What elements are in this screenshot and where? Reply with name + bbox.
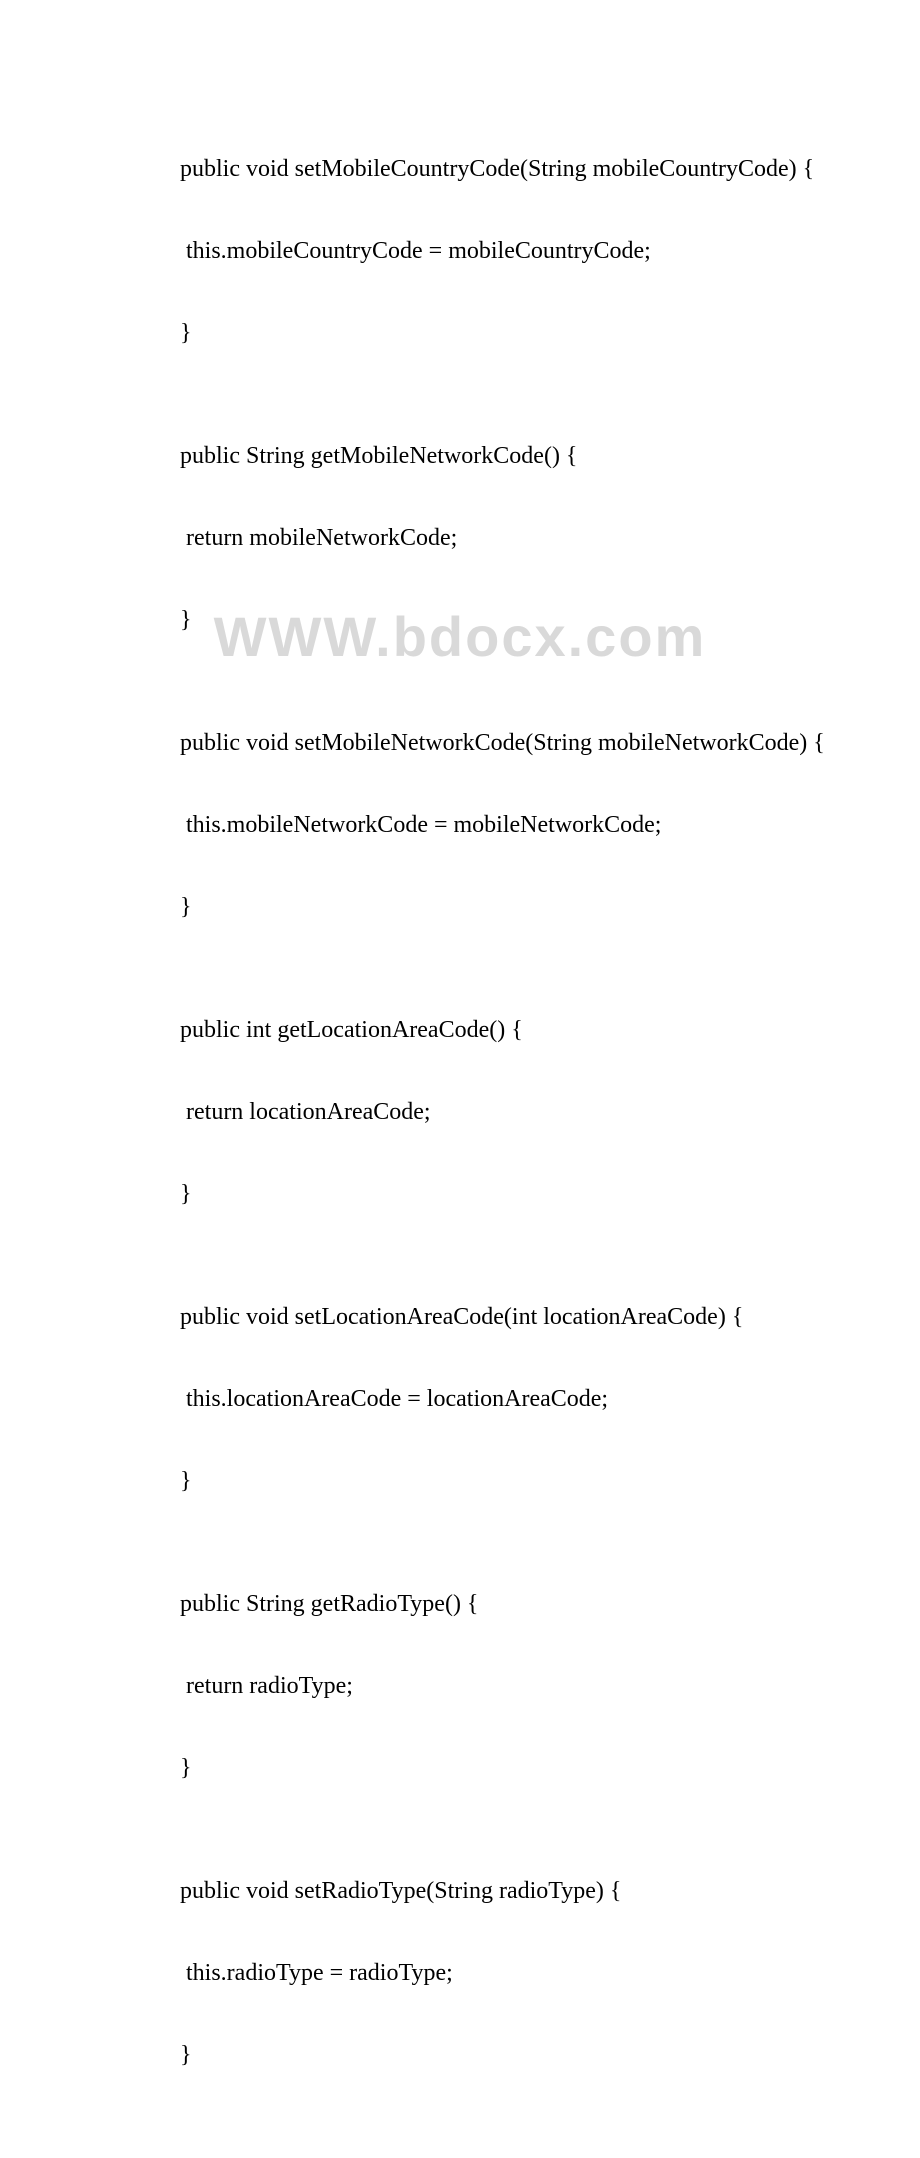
code-line: }: [180, 1174, 920, 1215]
document-page: WWW.bdocx.com public void setMobileCount…: [0, 0, 920, 1302]
code-line: public void setMobileCountryCode(String …: [180, 149, 920, 190]
code-line: public String getRadioType() {: [180, 1584, 920, 1625]
code-line: public int getLocationAreaCode() {: [180, 1010, 920, 1051]
code-line: public void setRadioType(String radioTyp…: [180, 1871, 920, 1912]
code-line: this.locationAreaCode = locationAreaCode…: [180, 1379, 920, 1420]
code-line: public void setMobileNetworkCode(String …: [180, 723, 920, 764]
code-line: }: [180, 600, 920, 641]
code-line: this.mobileNetworkCode = mobileNetworkCo…: [180, 805, 920, 846]
code-line: public String getMobileNetworkCode() {: [180, 436, 920, 477]
code-block: public void setMobileCountryCode(String …: [180, 108, 920, 2158]
code-line: return locationAreaCode;: [180, 1092, 920, 1133]
code-line: return mobileNetworkCode;: [180, 518, 920, 559]
code-line: }: [180, 887, 920, 928]
code-line: }: [180, 2035, 920, 2076]
code-line: }: [180, 1748, 920, 1789]
code-line: this.mobileCountryCode = mobileCountryCo…: [180, 231, 920, 272]
code-line: this.radioType = radioType;: [180, 1953, 920, 1994]
code-line: }: [180, 1461, 920, 1502]
code-line: return radioType;: [180, 1666, 920, 1707]
code-line: public void setLocationAreaCode(int loca…: [180, 1297, 920, 1338]
code-line: }: [180, 313, 920, 354]
